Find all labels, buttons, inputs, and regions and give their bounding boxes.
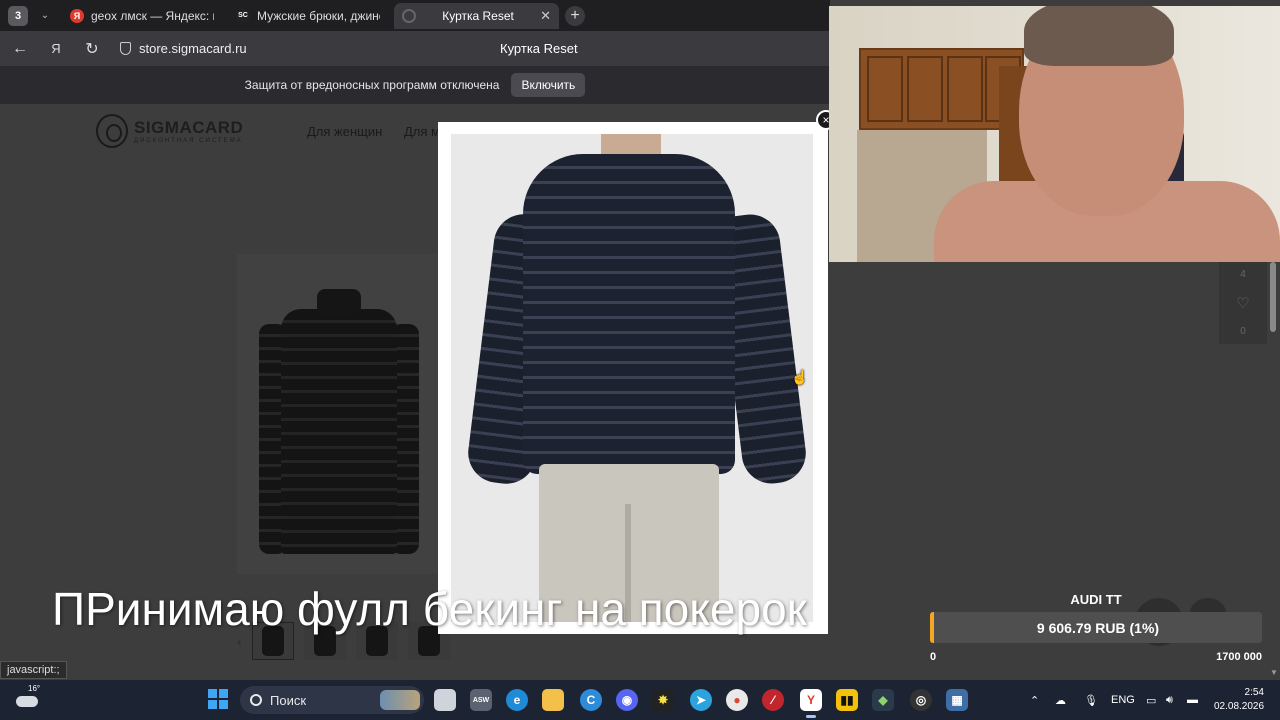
weather-widget[interactable]: 16° <box>16 684 42 712</box>
webcam-overlay <box>829 6 1280 262</box>
goal-max: 1700 000 <box>1216 651 1262 663</box>
sigmacard-icon: SC <box>236 8 250 23</box>
network-icon[interactable]: ▭ <box>1146 680 1156 720</box>
search-placeholder: Поиск <box>270 692 307 708</box>
microphone-icon[interactable]: 🎙︎ <box>1084 680 1098 720</box>
infobar-message: Защита от вредоносных программ отключена <box>244 78 500 92</box>
page-scrollbar[interactable] <box>1270 262 1276 332</box>
obs-icon[interactable]: ◎ <box>910 689 932 711</box>
telegram-icon[interactable]: ➤ <box>690 689 712 711</box>
address-bar: ← Я ↻ store.sigmacard.ru Куртка Reset <box>0 31 830 66</box>
security-infobar: Защита от вредоносных программ отключена… <box>0 66 830 104</box>
yandex-icon: Я <box>70 8 84 23</box>
jacket-back-image <box>451 134 813 622</box>
yandex-home-icon[interactable]: Я <box>38 41 74 56</box>
calculator-icon[interactable]: ▦ <box>946 689 968 711</box>
tab-jacket-reset[interactable]: Куртка Reset ✕ <box>394 2 559 29</box>
favorites-count: 0 <box>1240 326 1246 337</box>
enable-protection-button[interactable]: Включить <box>511 73 586 97</box>
clock-date: 02.08.2026 <box>1214 701 1265 712</box>
search-highlight-image <box>380 690 420 710</box>
nav-men[interactable]: Для м <box>404 124 440 139</box>
tab-yandex[interactable]: Я geox лмск — Яндекс: наш <box>62 3 222 29</box>
show-hidden-icons-icon[interactable]: ⌃ <box>1030 680 1039 720</box>
new-tab-button[interactable]: + <box>565 5 585 26</box>
vpn-app-icon[interactable]: ◆ <box>872 689 894 711</box>
status-url: javascript:; <box>0 661 67 679</box>
logo-text: SIGMACARD <box>134 118 244 137</box>
tab-title: Мужские брюки, джинсы <box>257 8 380 23</box>
yellow-app-icon[interactable]: ▮▮ <box>836 689 858 711</box>
side-widget: 4 ♡ 0 <box>1219 262 1267 344</box>
clock[interactable]: 2:54 02.08.2026 <box>1214 686 1264 714</box>
yandex-browser-icon[interactable]: Y <box>800 689 822 718</box>
goal-min: 0 <box>930 651 937 663</box>
edge-icon[interactable]: e <box>506 689 528 711</box>
goal-title: AUDI TT <box>1070 592 1122 607</box>
loading-icon <box>402 8 416 23</box>
taskbar-search[interactable]: Поиск <box>240 686 424 714</box>
close-tab-icon[interactable]: ✕ <box>540 8 551 24</box>
page-title: Куртка Reset <box>500 41 578 56</box>
chevron-down-icon[interactable]: ⌄ <box>34 10 56 21</box>
stream-caption: ПРинимаю фулл бекинг на покерок <box>52 583 807 635</box>
chrome-icon[interactable]: ● <box>726 689 748 711</box>
volume-icon[interactable]: 🔊︎ <box>1166 680 1173 720</box>
ccleaner-icon[interactable]: C <box>580 689 602 711</box>
hand-cursor-icon: ☝ <box>791 369 809 385</box>
scroll-down-icon[interactable]: ▼ <box>1270 668 1278 677</box>
task-view-icon[interactable] <box>434 689 456 711</box>
tab-count-badge[interactable]: 3 <box>8 5 28 26</box>
url-field[interactable]: store.sigmacard.ru <box>120 41 500 56</box>
file-explorer-icon[interactable] <box>542 689 564 711</box>
logo-mark-icon <box>96 114 128 148</box>
reload-icon[interactable]: ↻ <box>74 39 110 59</box>
red-app-icon[interactable]: ⁄ <box>762 689 784 711</box>
language-indicator[interactable]: ENG <box>1111 680 1135 720</box>
back-arrow-icon[interactable]: ← <box>2 40 38 58</box>
search-icon <box>250 694 262 706</box>
shield-icon <box>120 42 131 55</box>
product-image[interactable] <box>237 254 442 574</box>
taskbar: 16° Поиск ASW e C ◉ ✸ ➤ ● ⁄ Y ▮▮ ◆ ◎ ▦ ⌃… <box>0 680 1280 720</box>
weather-cloud-icon <box>16 696 38 707</box>
heart-icon[interactable]: ♡ <box>1236 294 1249 312</box>
tab-title: Куртка Reset <box>442 8 514 23</box>
onedrive-icon[interactable]: ☁ <box>1055 680 1066 720</box>
battery-icon[interactable]: ▬ <box>1187 680 1198 720</box>
sigmacard-logo[interactable]: SIGMACARD ДИСКОНТНАЯ СИСТЕМА <box>96 114 243 148</box>
donation-goal-widget: AUDI TT 9 606.79 RUB (1%) 0 1700 000 <box>930 592 1262 663</box>
starburst-app-icon[interactable]: ✸ <box>652 689 674 711</box>
browser-tab-bar: 3 ⌄ Я geox лмск — Яндекс: наш SC Мужские… <box>0 0 830 31</box>
weather-temp: 16° <box>28 684 41 693</box>
goal-progress-bar: 9 606.79 RUB (1%) <box>930 612 1262 643</box>
discord-icon[interactable]: ◉ <box>616 689 638 711</box>
nav-women[interactable]: Для женщин <box>307 124 382 139</box>
image-lightbox <box>438 122 828 634</box>
goal-amount: 9 606.79 RUB (1%) <box>1036 619 1160 636</box>
side-count: 4 <box>1240 269 1246 280</box>
url-text: store.sigmacard.ru <box>139 41 247 56</box>
logo-subtext: ДИСКОНТНАЯ СИСТЕМА <box>134 138 243 144</box>
tab-title: geox лмск — Яндекс: наш <box>91 8 214 23</box>
start-button[interactable] <box>208 689 228 709</box>
clock-time: 2:54 <box>1244 687 1264 698</box>
keyboard-app-icon[interactable]: ASW <box>470 689 492 711</box>
tab-sigmacard-pants[interactable]: SC Мужские брюки, джинсы <box>228 3 388 29</box>
jacket-front-image <box>259 289 419 559</box>
